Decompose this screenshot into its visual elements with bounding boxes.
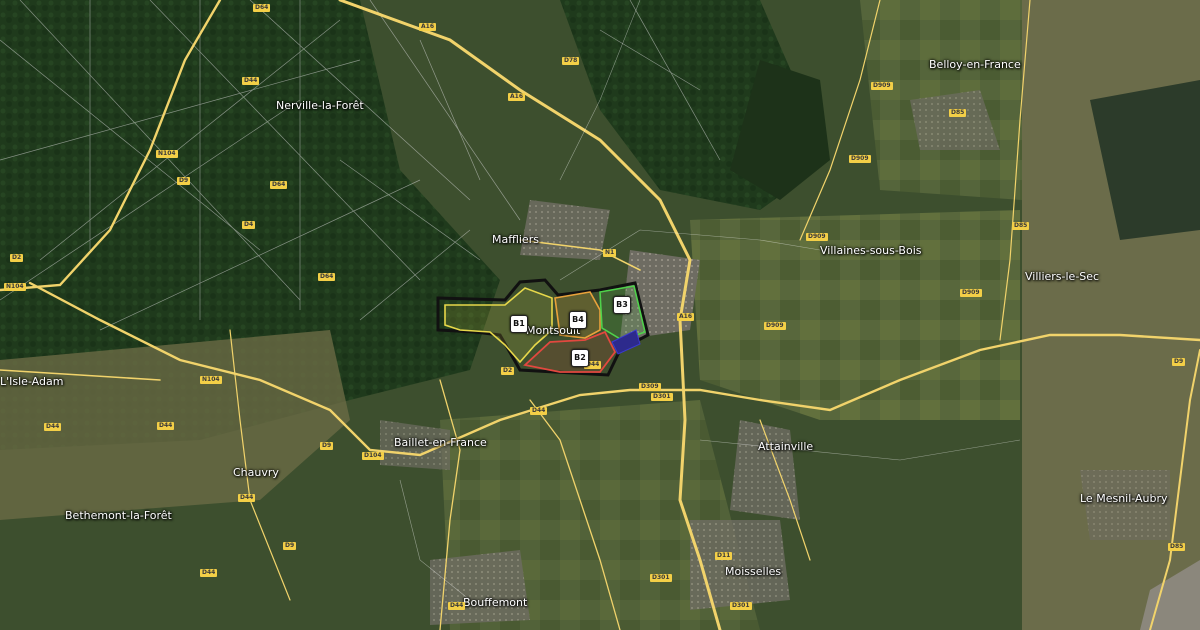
road-shield: D85 — [1168, 543, 1186, 551]
road-shield: D104 — [362, 452, 384, 460]
road-shield: D309 — [639, 383, 661, 391]
town-label-moisselles: Moisselles — [725, 565, 782, 578]
road-shield: D909 — [764, 322, 786, 330]
road-shield: D64 — [318, 273, 336, 281]
town-label-baillet: Baillet-en-France — [394, 436, 487, 449]
fields-center — [690, 210, 1020, 420]
road-shield: D44 — [157, 422, 175, 430]
road-shield: D85 — [949, 109, 967, 117]
road-shield: D44 — [448, 602, 466, 610]
road-shield: D301 — [730, 602, 752, 610]
maffliers-village — [520, 200, 610, 260]
marker-b3[interactable]: B3 — [613, 296, 631, 314]
town-label-nerville: Nerville-la-Forêt — [276, 99, 364, 112]
road-shield: A16 — [419, 23, 436, 31]
road-shield: D64 — [270, 181, 288, 189]
road-shield: D2 — [501, 367, 515, 375]
town-label-bouffemont: Bouffemont — [463, 596, 528, 609]
marker-b1[interactable]: B1 — [510, 315, 528, 333]
town-label-attainville: Attainville — [758, 440, 814, 453]
road-shield: D909 — [960, 289, 982, 297]
town-label-villiers-le-sec: Villiers-le-Sec — [1025, 270, 1100, 283]
road-shield: D909 — [871, 82, 893, 90]
road-shield: D44 — [238, 494, 256, 502]
map-imagery — [0, 0, 1200, 630]
road-shield: N104 — [200, 376, 222, 384]
road-shield: D44 — [44, 423, 62, 431]
road-shield: N104 — [4, 283, 26, 291]
town-label-villaines: Villaines-sous-Bois — [820, 244, 922, 257]
satellite-map[interactable]: Nerville-la-Forêt Belloy-en-France Maffl… — [0, 0, 1200, 630]
road-shield: D9 — [1172, 358, 1186, 366]
road-shield: D44 — [242, 77, 260, 85]
road-shield: D301 — [650, 574, 672, 582]
road-shield: A16 — [677, 313, 694, 321]
marker-b4[interactable]: B4 — [569, 311, 587, 329]
town-label-maffliers: Maffliers — [492, 233, 539, 246]
town-label-bethemont: Bethemont-la-Forêt — [65, 509, 172, 522]
road-shield: D9 — [320, 442, 334, 450]
road-shield: D4 — [242, 221, 256, 229]
town-label-belloy: Belloy-en-France — [929, 58, 1021, 71]
road-shield: D78 — [562, 57, 580, 65]
town-label-chauvry: Chauvry — [233, 466, 279, 479]
road-shield: D44 — [200, 569, 218, 577]
road-shield: D909 — [806, 233, 828, 241]
road-shield: D301 — [651, 393, 673, 401]
road-shield: D2 — [10, 254, 24, 262]
road-shield: A16 — [508, 93, 525, 101]
road-shield: D85 — [1012, 222, 1030, 230]
road-shield: N1 — [603, 249, 617, 257]
town-label-mesnil-aubry: Le Mesnil-Aubry — [1080, 492, 1168, 505]
road-shield: N104 — [156, 150, 178, 158]
road-shield: D909 — [849, 155, 871, 163]
road-shield: D9 — [283, 542, 297, 550]
road-shield: D9 — [177, 177, 191, 185]
road-shield: D11 — [715, 552, 733, 560]
town-label-isle-adam: L'Isle-Adam — [0, 375, 64, 388]
mesnil-village — [1080, 470, 1170, 540]
marker-b2[interactable]: B2 — [571, 349, 589, 367]
road-shield: D64 — [253, 4, 271, 12]
road-shield: D44 — [530, 407, 548, 415]
bouffemont-village — [430, 550, 530, 625]
